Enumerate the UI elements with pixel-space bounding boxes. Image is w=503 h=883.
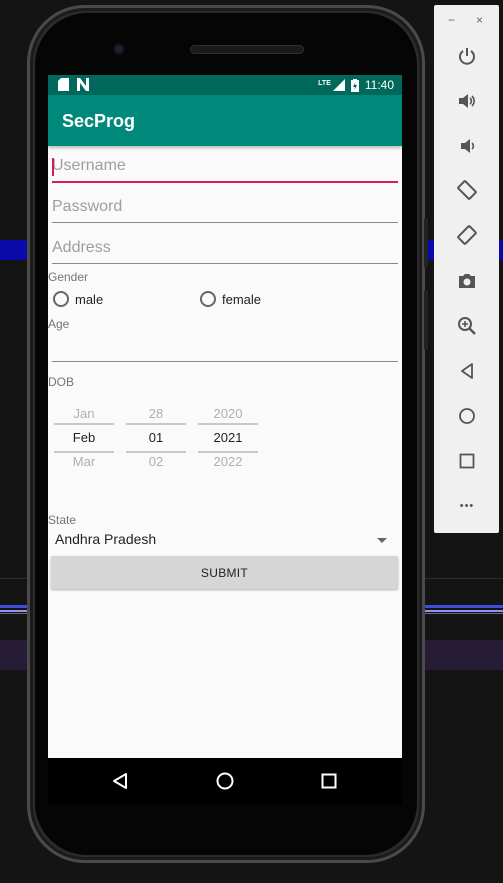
rotate-left-icon — [457, 180, 477, 200]
app-title: SecProg — [62, 111, 136, 131]
back-icon — [461, 363, 473, 379]
picker-prev-value[interactable]: Jan — [54, 405, 114, 423]
app-bar: SecProg — [48, 95, 402, 146]
volume-down-icon — [461, 139, 475, 153]
sd-card-icon — [58, 78, 69, 91]
gender-female-radio[interactable]: female — [200, 291, 261, 307]
username-input[interactable] — [52, 157, 398, 181]
radio-circle[interactable] — [53, 291, 69, 307]
network-type-label: LTE — [318, 79, 331, 87]
dob-day-picker[interactable]: 28 01 02 — [126, 405, 186, 471]
field-underline — [52, 222, 398, 223]
more-options-button[interactable]: ••• — [455, 494, 479, 518]
dropdown-arrow-icon — [377, 538, 387, 543]
screenshot-button[interactable] — [455, 269, 479, 293]
address-field[interactable] — [52, 239, 398, 264]
earpiece-speaker — [190, 45, 304, 54]
emulator-overview-button[interactable] — [455, 449, 479, 473]
volume-up-button[interactable] — [455, 89, 479, 113]
emulator-toolbar: − × ••• — [434, 5, 499, 533]
gender-label: Gender — [48, 270, 89, 284]
radio-label: female — [222, 291, 262, 307]
username-field[interactable] — [52, 157, 398, 183]
age-field[interactable] — [52, 337, 398, 362]
state-label: State — [48, 513, 77, 527]
field-underline — [52, 361, 398, 362]
age-input[interactable] — [52, 337, 398, 361]
picker-selected-value[interactable]: Feb — [54, 425, 114, 451]
rotate-left-button[interactable] — [455, 178, 479, 202]
emulator-back-button[interactable] — [455, 359, 479, 383]
more-icon: ••• — [459, 500, 475, 512]
field-underline — [52, 181, 398, 183]
emulator-home-button[interactable] — [455, 404, 479, 428]
home-icon — [459, 408, 475, 424]
submit-button[interactable]: SUBMIT — [51, 556, 398, 589]
nav-back-button[interactable] — [107, 768, 133, 794]
gender-male-radio[interactable]: male — [53, 291, 103, 307]
picker-next-value[interactable]: 2022 — [198, 453, 258, 471]
picker-prev-value[interactable]: 28 — [126, 405, 186, 423]
password-field[interactable] — [52, 198, 398, 223]
overview-square-icon — [321, 773, 337, 789]
state-spinner[interactable]: Andhra Pradesh — [55, 531, 395, 555]
overview-icon — [459, 453, 475, 469]
rotate-right-icon — [457, 225, 477, 245]
state-selected-value: Andhra Pradesh — [55, 531, 157, 547]
zoom-icon — [458, 317, 476, 335]
picker-selected-value[interactable]: 2021 — [198, 425, 258, 451]
picker-prev-value[interactable]: 2020 — [198, 405, 258, 423]
picker-next-value[interactable]: Mar — [54, 453, 114, 471]
power-button[interactable] — [455, 44, 479, 68]
close-window-button[interactable]: × — [476, 13, 483, 27]
clock: 11:40 — [364, 78, 394, 92]
volume-up-icon — [459, 94, 475, 108]
dob-month-picker[interactable]: Jan Feb Mar — [54, 405, 114, 471]
age-label: Age — [48, 317, 70, 331]
field-underline — [52, 263, 398, 264]
device-screen: LTE 11:40 SecProg Gender male female Age — [48, 75, 402, 758]
volume-down-button[interactable] — [455, 134, 479, 158]
status-bar: LTE 11:40 — [48, 75, 402, 95]
navigation-bar — [48, 758, 402, 804]
dob-year-picker[interactable]: 2020 2021 2022 — [198, 405, 258, 471]
signal-icon — [332, 79, 345, 91]
zoom-button[interactable] — [455, 314, 479, 338]
back-triangle-icon — [113, 773, 127, 789]
notification-icon — [77, 78, 89, 91]
front-camera — [113, 43, 125, 55]
power-icon — [459, 48, 475, 65]
picker-next-value[interactable]: 02 — [126, 453, 186, 471]
picker-selected-value[interactable]: 01 — [126, 425, 186, 451]
battery-icon — [350, 78, 359, 92]
camera-icon — [459, 274, 475, 288]
password-input[interactable] — [52, 198, 398, 222]
nav-home-button[interactable] — [212, 768, 238, 794]
rotate-right-button[interactable] — [455, 223, 479, 247]
radio-circle[interactable] — [200, 291, 216, 307]
dob-label: DOB — [48, 375, 75, 389]
text-cursor — [52, 158, 54, 176]
side-button — [424, 290, 428, 350]
home-circle-icon — [216, 772, 234, 790]
nav-overview-button[interactable] — [316, 768, 342, 794]
side-button — [424, 218, 428, 268]
minimize-button[interactable]: − — [448, 13, 455, 27]
radio-label: male — [75, 291, 104, 307]
address-input[interactable] — [52, 239, 398, 263]
